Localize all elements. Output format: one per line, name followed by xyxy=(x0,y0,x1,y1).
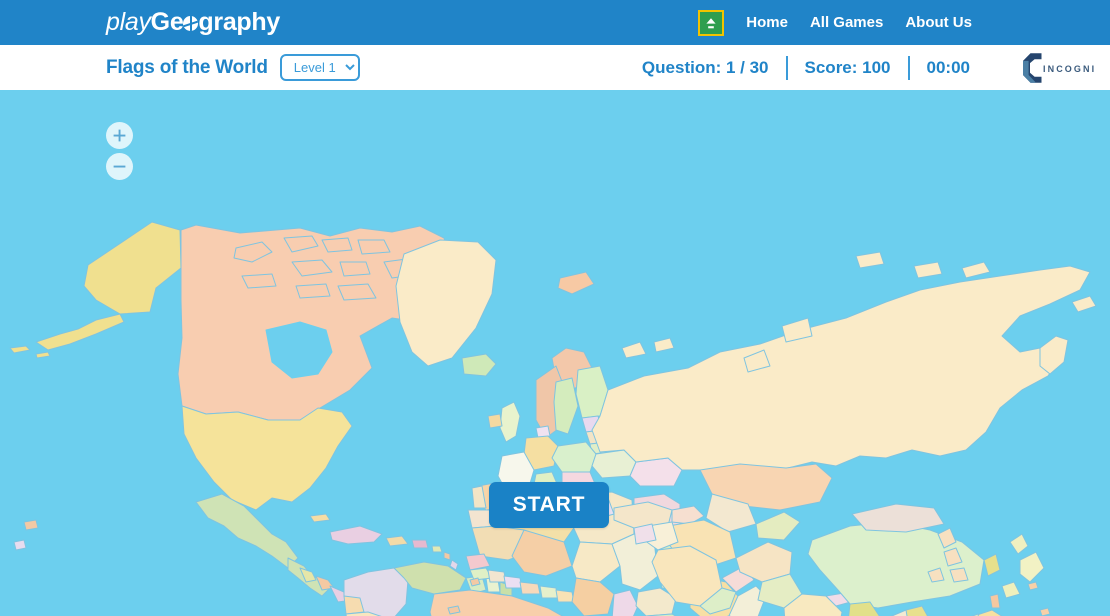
logo-text-play: play xyxy=(106,8,151,36)
logo-text-graphy: graphy xyxy=(198,8,280,36)
world-map-svg[interactable] xyxy=(0,90,1110,616)
top-navigation-bar: play Ge graphy Home All Games About Us xyxy=(0,0,1110,45)
nav-link-about-us[interactable]: About Us xyxy=(905,14,972,31)
start-button[interactable]: START xyxy=(489,482,609,528)
nav-link-all-games[interactable]: All Games xyxy=(810,14,883,31)
nav-link-home[interactable]: Home xyxy=(746,14,788,31)
zoom-in-button[interactable] xyxy=(106,122,133,149)
page-title: Flags of the World xyxy=(106,56,268,78)
status-divider-1 xyxy=(785,55,788,80)
map-zoom-controls xyxy=(106,122,133,180)
logo-text-ge: Ge xyxy=(150,8,184,36)
site-logo[interactable]: play Ge graphy xyxy=(106,10,280,35)
globe-icon xyxy=(183,16,199,31)
game-header-bar: Flags of the World Level 1 Level 2 Level… xyxy=(0,45,1110,90)
score-display: Score: 100 xyxy=(804,57,891,77)
plus-icon xyxy=(113,129,126,142)
incognito-logo[interactable]: INCOGNITO xyxy=(1010,50,1096,86)
world-map-area[interactable]: START xyxy=(0,90,1110,616)
nav-links-group: Home All Games About Us xyxy=(698,9,1110,36)
svg-text:INCOGNITO: INCOGNITO xyxy=(1043,64,1096,74)
level-select[interactable]: Level 1 Level 2 Level 3 xyxy=(279,54,360,81)
flag-badge-icon[interactable] xyxy=(698,9,725,36)
game-status-bar: Question: 1 / 30 Score: 100 00:00 xyxy=(641,55,970,80)
status-divider-2 xyxy=(907,55,910,80)
timer-display: 00:00 xyxy=(926,57,970,77)
zoom-out-button[interactable] xyxy=(106,153,133,180)
question-counter: Question: 1 / 30 xyxy=(641,57,769,77)
minus-icon xyxy=(113,165,126,168)
